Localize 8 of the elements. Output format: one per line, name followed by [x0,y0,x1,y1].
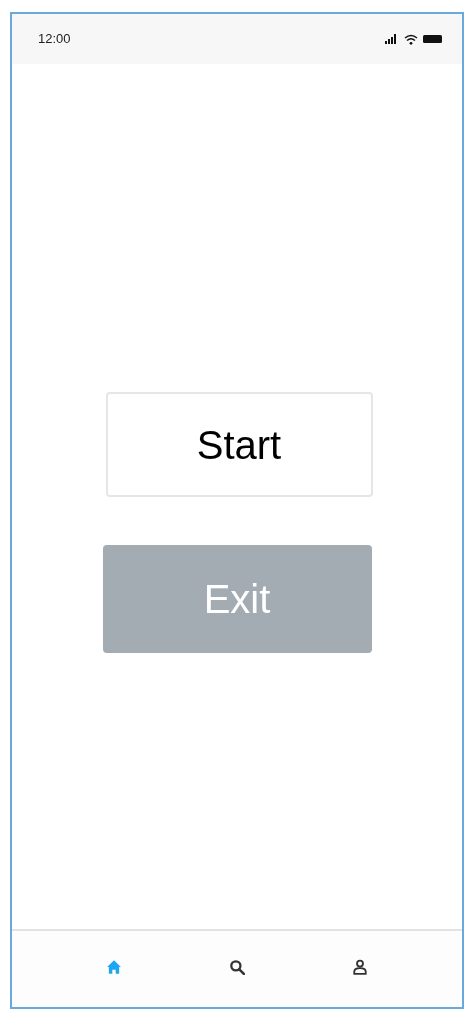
signal-icon [385,34,399,44]
battery-icon [423,35,442,43]
start-button[interactable]: Start [105,392,373,497]
wifi-icon [404,33,418,45]
search-icon[interactable] [229,959,245,975]
home-icon[interactable] [105,959,122,975]
status-time: 12:00 [38,30,71,49]
person-icon[interactable] [352,959,369,975]
